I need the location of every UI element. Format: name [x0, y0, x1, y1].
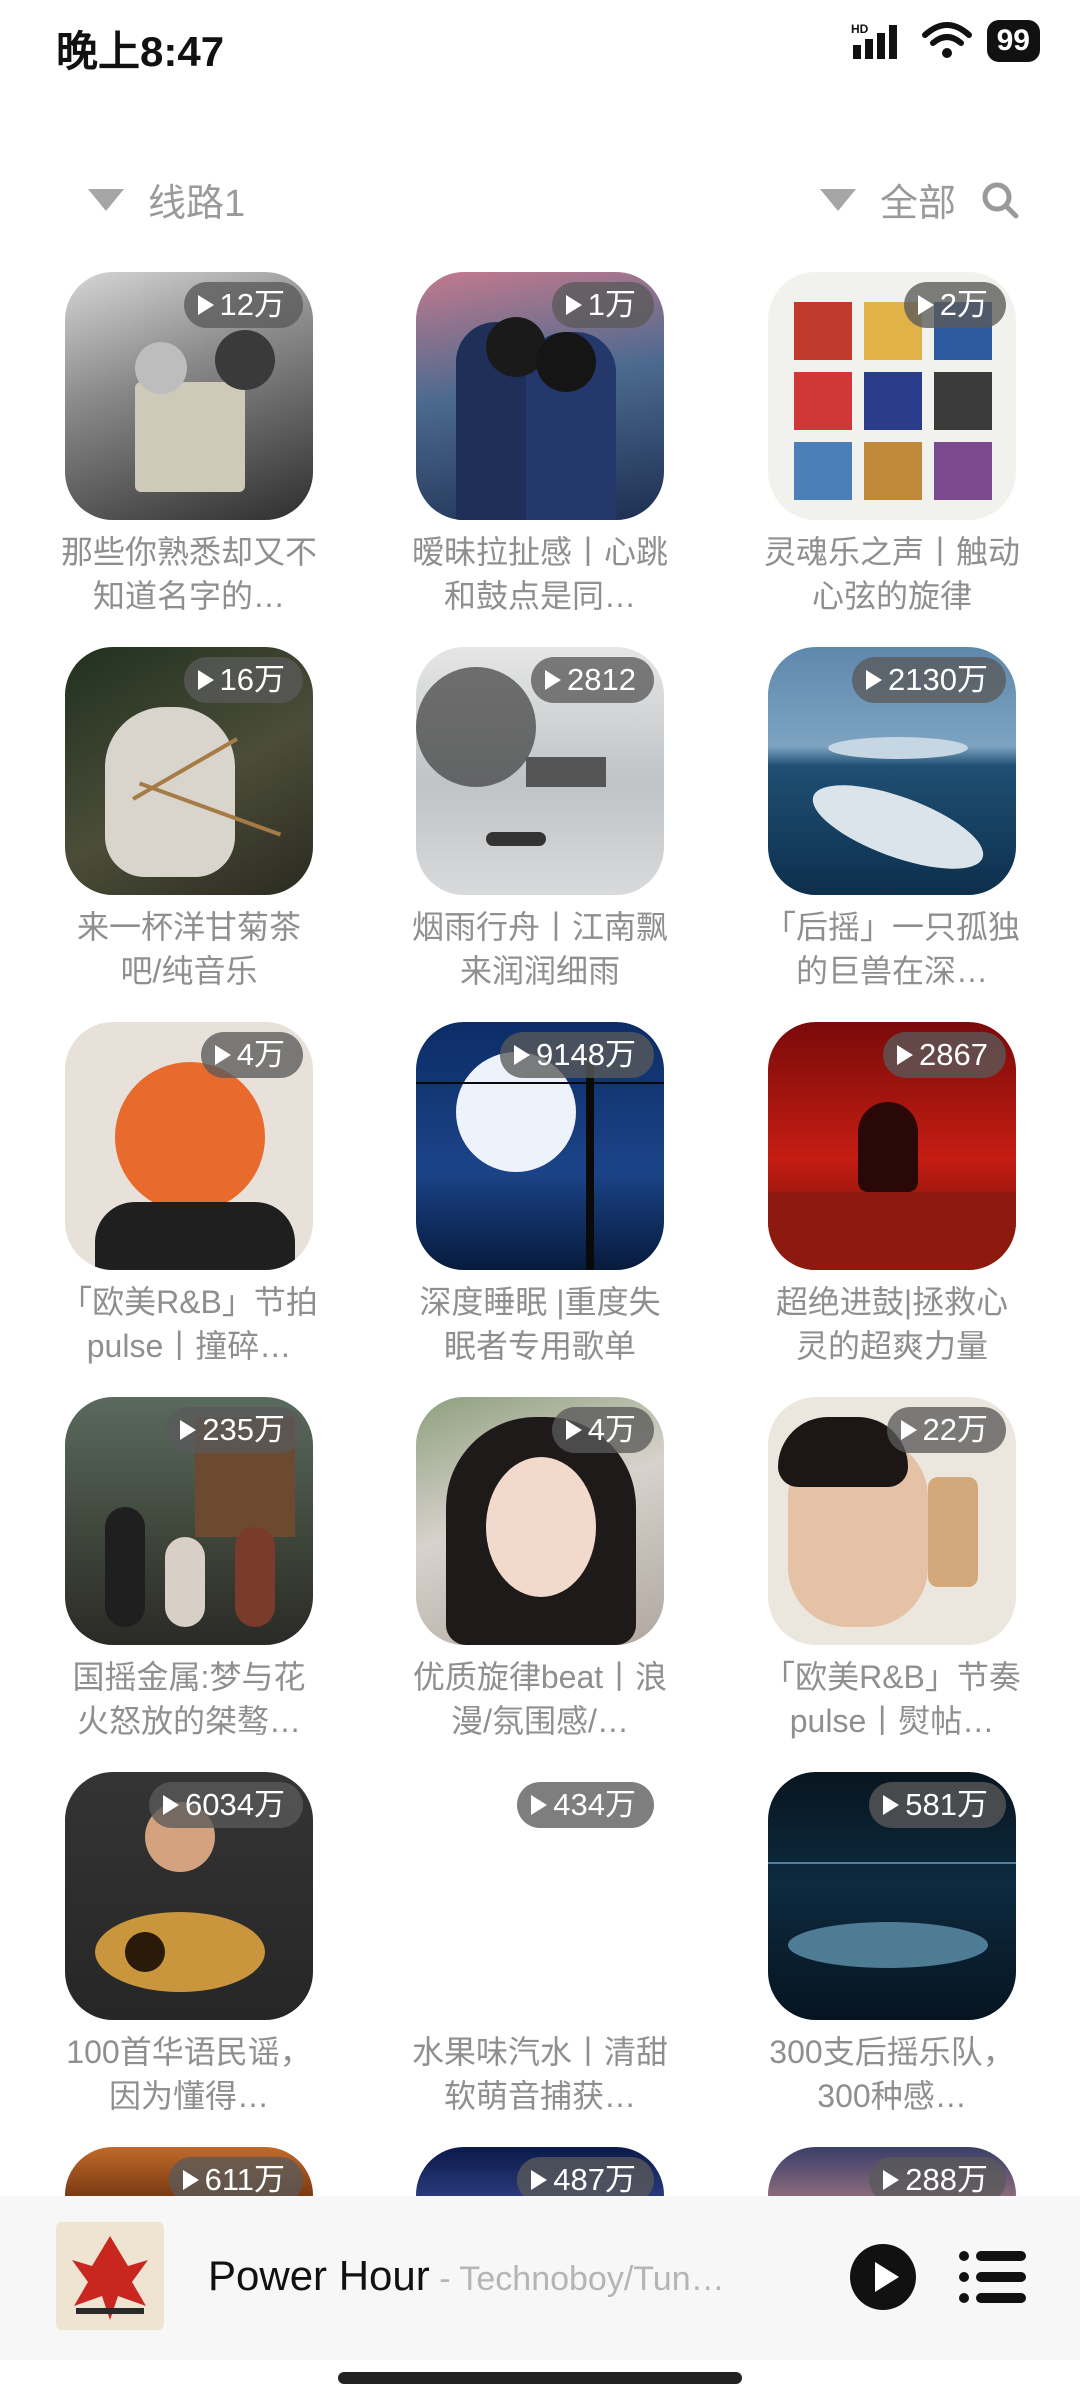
play-count-badge: 12万: [183, 282, 303, 328]
play-icon: [900, 1420, 917, 1440]
play-icon: [514, 1045, 531, 1065]
playlist-title[interactable]: 国摇金属:梦与花火怒放的桀骜…: [59, 1655, 319, 1743]
play-count-badge: 1万: [551, 282, 654, 328]
play-icon: [197, 295, 214, 315]
play-icon: [565, 1420, 582, 1440]
play-count-badge: 4万: [200, 1032, 303, 1078]
play-count-badge: 4万: [551, 1407, 654, 1453]
play-count-badge: 2867: [883, 1032, 1006, 1078]
play-count-badge: 2812: [531, 657, 654, 703]
play-count-badge: 9148万: [500, 1032, 654, 1078]
now-playing-cover[interactable]: [56, 2222, 164, 2330]
play-icon: [214, 1045, 231, 1065]
playlist-title[interactable]: 烟雨行舟丨江南飘来润润细雨: [410, 905, 670, 993]
play-count-badge: 235万: [166, 1407, 303, 1453]
play-count-badge: 581万: [869, 1782, 1006, 1828]
play-icon: [565, 295, 582, 315]
mini-player[interactable]: Power Hour - Technoboy/Tun…: [0, 2196, 1080, 2360]
playlist-title[interactable]: 那些你熟悉却又不知道名字的…: [59, 530, 319, 618]
playlist-title[interactable]: 优质旋律beat丨浪漫/氛围感/…: [410, 1655, 670, 1743]
play-count-badge: 6034万: [149, 1782, 303, 1828]
play-button[interactable]: [850, 2244, 916, 2310]
album-art-icon: [56, 2222, 164, 2330]
play-icon: [182, 2170, 199, 2190]
track-artist: Technoboy/Tun…: [459, 2260, 725, 2298]
play-count-badge: 16万: [183, 657, 303, 703]
play-count-badge: 2万: [903, 282, 1006, 328]
playlist-title[interactable]: 300支后摇乐队，300种感…: [762, 2030, 1022, 2118]
playlist-title[interactable]: 超绝进鼓|拯救心灵的超爽力量: [762, 1280, 1022, 1368]
play-icon: [531, 2170, 548, 2190]
play-icon: [917, 295, 934, 315]
track-separator: -: [429, 2260, 460, 2298]
play-count-badge: 2130万: [852, 657, 1006, 703]
play-icon: [180, 1420, 197, 1440]
play-icon: [897, 1045, 914, 1065]
playlist-title[interactable]: 100首华语民谣，因为懂得…: [59, 2030, 319, 2118]
play-icon: [531, 1795, 548, 1815]
playlist-title[interactable]: 「欧美R&B」节奏pulse丨熨帖…: [762, 1655, 1022, 1743]
play-icon: [875, 2262, 899, 2292]
playlist-title[interactable]: 「欧美R&B」节拍pulse丨撞碎…: [59, 1280, 319, 1368]
play-icon: [883, 1795, 900, 1815]
track-title: Power Hour: [208, 2252, 430, 2299]
playlist-title[interactable]: 暧昧拉扯感丨心跳和鼓点是同…: [410, 530, 670, 618]
playlist-title[interactable]: 水果味汽水丨清甜软萌音捕获…: [410, 2030, 670, 2118]
play-icon: [545, 670, 562, 690]
playlist-title[interactable]: 「后摇」一只孤独的巨兽在深…: [762, 905, 1022, 993]
now-playing-text[interactable]: Power Hour - Technoboy/Tun…: [208, 2252, 725, 2300]
play-count-badge: 434万: [517, 1782, 654, 1828]
play-icon: [197, 670, 214, 690]
home-indicator[interactable]: [338, 2372, 742, 2384]
playlist-queue-icon[interactable]: [958, 2248, 1028, 2306]
play-count-badge: 22万: [886, 1407, 1006, 1453]
playlist-title[interactable]: 来一杯洋甘菊茶吧/纯音乐: [59, 905, 319, 993]
play-icon: [866, 670, 883, 690]
playlist-title[interactable]: 灵魂乐之声丨触动心弦的旋律: [762, 530, 1022, 618]
playlist-title[interactable]: 深度睡眠 |重度失眠者专用歌单: [410, 1280, 670, 1368]
play-icon: [163, 1795, 180, 1815]
playlist-grid: 12万 那些你熟悉却又不知道名字的… 1万 暧昧拉扯感丨心跳和鼓点是同… 2万 …: [0, 0, 1080, 2400]
play-icon: [883, 2170, 900, 2190]
